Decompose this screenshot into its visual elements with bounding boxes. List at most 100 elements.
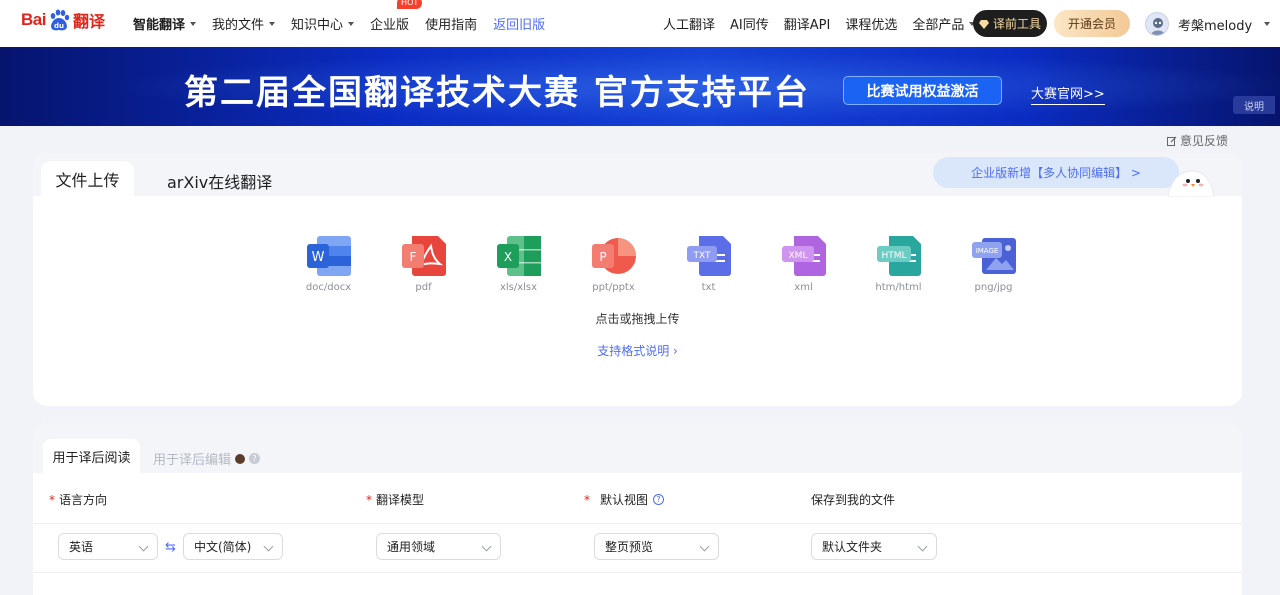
nav-item-label: 课程优选 xyxy=(845,18,898,33)
field-label-text: 语言方向 xyxy=(59,493,108,507)
tab-post-editing[interactable]: 用于译后编辑 ? xyxy=(153,449,261,468)
feedback-link[interactable]: 意见反馈 xyxy=(1167,132,1228,149)
chevron-down-icon xyxy=(348,21,355,26)
pre-translation-tools-button[interactable]: 译前工具 xyxy=(973,10,1047,37)
save-folder-select[interactable]: 默认文件夹 xyxy=(811,533,937,560)
nav-item-all-products[interactable]: 全部产品 xyxy=(912,14,976,33)
default-view-select[interactable]: 整页预览 xyxy=(594,533,719,560)
required-marker: * xyxy=(584,492,590,507)
tab-arxiv-translate[interactable]: arXiv在线翻译 xyxy=(167,169,272,193)
chevron-down-icon xyxy=(481,541,492,552)
tools-button-label: 译前工具 xyxy=(992,17,1041,31)
translation-model-select[interactable]: 通用领域 xyxy=(376,533,501,560)
tab-file-upload[interactable]: 文件上传 xyxy=(41,161,134,197)
txt-icon: TXT xyxy=(686,236,731,276)
nav-item-human-translation[interactable]: 人工翻译 xyxy=(663,14,715,33)
competition-site-link[interactable]: 大赛官网>> xyxy=(1031,83,1105,105)
nav-item-ai-interpreting[interactable]: AI同传 xyxy=(730,14,769,33)
mascot-bird-icon xyxy=(1167,170,1215,197)
enterprise-new-feature-link[interactable]: 企业版新增【多人协同编辑】 > xyxy=(933,157,1179,188)
nav-item-my-files[interactable]: 我的文件 xyxy=(212,14,276,33)
supported-file-types: W doc/docx F pdf X xls/xlsx P ppt/pptx T… xyxy=(281,236,1041,293)
svg-text:F: F xyxy=(409,250,416,264)
help-icon[interactable]: ? xyxy=(653,494,665,505)
upload-dropzone-hint[interactable]: 点击或拖拽上传 xyxy=(33,310,1242,327)
competition-banner[interactable]: 第二届全国翻译技术大赛 官方支持平台 比赛试用权益激活 大赛官网>> 说明 xyxy=(0,47,1280,126)
tab-post-reading[interactable]: 用于译后阅读 xyxy=(43,439,140,473)
nav-item-label: 知识中心 xyxy=(291,18,344,33)
top-navbar: Bai du 翻译 智能翻译 我的文件 知识中心 HOT 企业版 使用指南 返回… xyxy=(0,0,1280,47)
help-icon[interactable]: ? xyxy=(249,453,261,464)
file-type-label: doc/docx xyxy=(305,282,352,293)
file-type-html: HTML htm/html xyxy=(851,236,946,293)
select-value: 通用领域 xyxy=(387,540,436,554)
translation-model-label: * 翻译模型 xyxy=(366,491,424,508)
select-value: 中文(简体) xyxy=(194,540,252,554)
file-type-label: txt xyxy=(701,282,716,293)
baidu-translate-logo[interactable]: Bai du 翻译 xyxy=(21,8,105,32)
nav-item-enterprise[interactable]: HOT 企业版 xyxy=(370,0,423,33)
chevron-down-icon xyxy=(190,21,197,26)
svg-text:du: du xyxy=(54,22,64,30)
word-icon: W xyxy=(306,236,351,276)
file-type-label: ppt/pptx xyxy=(592,282,635,293)
chevron-down-icon xyxy=(269,21,276,26)
divider xyxy=(33,572,1242,573)
target-language-select[interactable]: 中文(简体) xyxy=(183,533,283,560)
required-marker: * xyxy=(366,492,372,507)
nav-item-label: 智能翻译 xyxy=(133,18,186,33)
translation-settings-card: 用于译后阅读 用于译后编辑 ? * 语言方向 * 翻译模型 * 默认视图 ? 保存到我… xyxy=(33,423,1242,595)
open-membership-button[interactable]: 开通会员 xyxy=(1054,10,1130,37)
nav-item-label: 企业版 xyxy=(370,18,410,33)
select-value: 默认文件夹 xyxy=(822,540,883,554)
file-type-label: xls/xlsx xyxy=(499,282,538,293)
svg-text:X: X xyxy=(503,250,511,264)
nav-item-label: 返回旧版 xyxy=(493,18,546,33)
file-type-label: png/jpg xyxy=(974,282,1013,293)
avatar-image xyxy=(1146,13,1168,35)
banner-title: 第二届全国翻译技术大赛 官方支持平台 xyxy=(184,73,810,113)
divider xyxy=(33,523,1242,524)
nav-item-translation-api[interactable]: 翻译API xyxy=(784,14,831,33)
chevron-down-icon xyxy=(699,541,710,552)
banner-note-tab[interactable]: 说明 xyxy=(1233,96,1275,114)
avatar xyxy=(1145,12,1169,36)
baidu-paw-icon: du xyxy=(50,9,70,31)
upload-tabs: 文件上传 arXiv在线翻译 企业版新增【多人协同编辑】 > xyxy=(33,153,1242,197)
nav-item-knowledge-center[interactable]: 知识中心 xyxy=(291,14,355,33)
file-type-txt: TXT txt xyxy=(661,236,756,293)
avatar-icon xyxy=(235,453,246,464)
nav-item-courses[interactable]: 课程优选 xyxy=(845,14,897,33)
source-language-select[interactable]: 英语 xyxy=(58,533,158,560)
file-type-label: pdf xyxy=(415,282,432,293)
activate-benefits-button[interactable]: 比赛试用权益激活 xyxy=(843,76,1002,105)
svg-text:XML: XML xyxy=(788,251,807,261)
nav-item-user-guide[interactable]: 使用指南 xyxy=(425,14,477,33)
field-label-text: 翻译模型 xyxy=(376,493,425,507)
svg-text:IMAGE: IMAGE xyxy=(975,247,998,255)
file-type-pdf: F pdf xyxy=(376,236,471,293)
supported-formats-link[interactable]: 支持格式说明 › xyxy=(33,342,1242,359)
nav-item-label: 人工翻译 xyxy=(663,18,716,33)
nav-item-back-to-old-version[interactable]: 返回旧版 xyxy=(493,14,545,33)
chevron-down-icon xyxy=(138,541,149,552)
nav-item-label: 翻译API xyxy=(783,18,831,33)
logo-text-bai: Bai xyxy=(21,10,46,29)
hot-badge: HOT xyxy=(397,0,423,9)
user-menu[interactable]: 考槃melody xyxy=(1145,12,1271,36)
nav-item-label: 全部产品 xyxy=(912,18,965,33)
feedback-label: 意见反馈 xyxy=(1180,134,1229,148)
excel-icon: X xyxy=(496,236,541,276)
chevron-down-icon xyxy=(917,541,928,552)
xml-icon: XML xyxy=(781,236,826,276)
logo-text-translate: 翻译 xyxy=(72,12,105,31)
nav-left: 智能翻译 我的文件 知识中心 HOT 企业版 使用指南 返回旧版 xyxy=(133,0,561,47)
chevron-down-icon xyxy=(263,541,274,552)
nav-item-smart-translate[interactable]: 智能翻译 xyxy=(133,14,197,33)
file-type-xml: XML xml xyxy=(756,236,851,293)
swap-languages-icon[interactable]: ⇆ xyxy=(165,540,176,555)
file-type-xls: X xls/xlsx xyxy=(471,236,566,293)
save-to-files-label: 保存到我的文件 xyxy=(811,491,895,508)
file-type-doc: W doc/docx xyxy=(281,236,376,293)
vip-button-label: 开通会员 xyxy=(1067,17,1116,31)
